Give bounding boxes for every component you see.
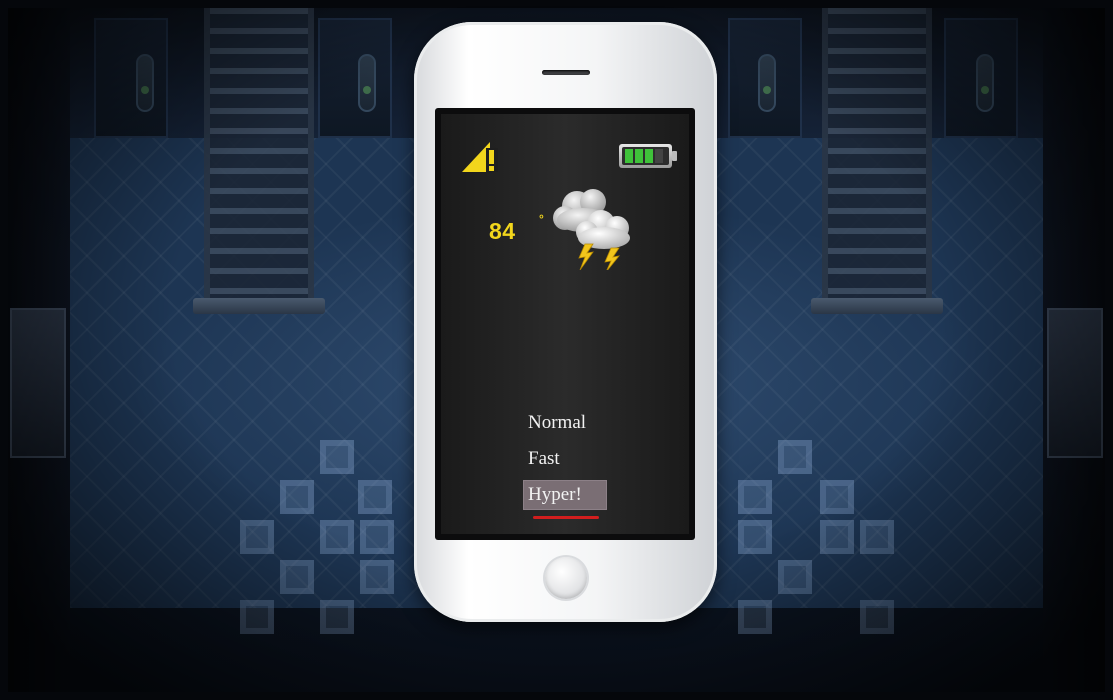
phone-screen: 84 ° Normal Fast Hyper!: [435, 108, 695, 540]
floor-block: [820, 480, 854, 514]
wall-lamp-icon: [136, 54, 154, 112]
home-button[interactable]: [545, 557, 587, 599]
floor-block: [738, 520, 772, 554]
side-wall-left: [8, 8, 70, 692]
floor-block: [738, 600, 772, 634]
smartphone: 84 ° Normal Fast Hyper!: [414, 22, 717, 622]
floor-block: [778, 440, 812, 474]
floor-block: [860, 600, 894, 634]
wall-lamp-icon: [758, 54, 776, 112]
menu-item-hyper[interactable]: Hyper!: [523, 480, 607, 510]
phone-screen-display: 84 ° Normal Fast Hyper!: [441, 114, 689, 534]
floor-block: [738, 480, 772, 514]
wall-lamp-icon: [976, 54, 994, 112]
staircase-landing-right: [811, 298, 943, 314]
floor-block: [240, 520, 274, 554]
wall-panel: [318, 18, 392, 138]
floor-block: [358, 480, 392, 514]
side-door-left: [10, 308, 66, 458]
floor-block: [320, 520, 354, 554]
floor-block: [860, 520, 894, 554]
floor-block: [320, 440, 354, 474]
staircase-left: [204, 8, 314, 308]
floor-block: [820, 520, 854, 554]
floor-block: [778, 560, 812, 594]
selection-underline: [533, 516, 599, 519]
floor-block: [360, 560, 394, 594]
speed-menu: Normal Fast Hyper!: [441, 114, 689, 534]
floor-block: [360, 520, 394, 554]
floor-block: [280, 560, 314, 594]
menu-item-fast[interactable]: Fast: [523, 444, 565, 474]
staircase-right: [822, 8, 932, 308]
game-scene: 84 ° Normal Fast Hyper!: [0, 0, 1113, 700]
floor-block: [240, 600, 274, 634]
wall-lamp-icon: [358, 54, 376, 112]
wall-panel: [94, 18, 168, 138]
earpiece-speaker: [542, 70, 590, 75]
side-door-right: [1047, 308, 1103, 458]
floor-block: [280, 480, 314, 514]
floor-block: [320, 600, 354, 634]
staircase-landing-left: [193, 298, 325, 314]
menu-item-normal[interactable]: Normal: [523, 408, 591, 438]
side-wall-right: [1043, 8, 1105, 692]
